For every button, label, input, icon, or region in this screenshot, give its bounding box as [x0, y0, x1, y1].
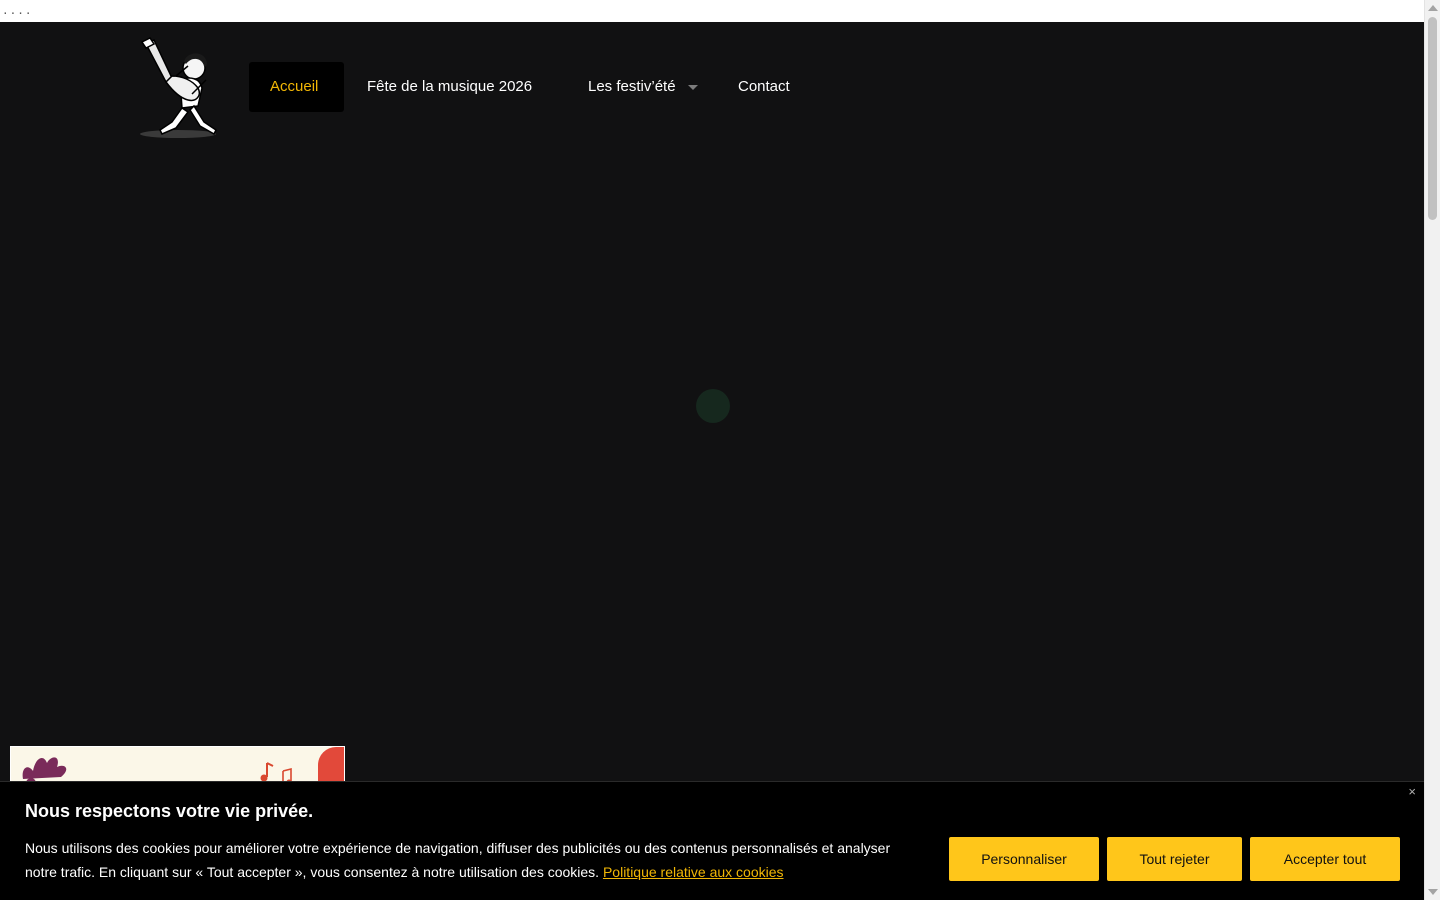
- top-dots: ....: [2, 4, 33, 17]
- scroll-down-arrow-icon[interactable]: [1428, 889, 1438, 895]
- cookie-message: Nous utilisons des cookies pour améliore…: [25, 836, 915, 884]
- nav-item-fete-de-la-musique[interactable]: Fête de la musique 2026: [367, 62, 532, 112]
- nav-item-contact[interactable]: Contact: [738, 62, 790, 112]
- nav-item-les-festivete[interactable]: Les festiv’été: [588, 62, 698, 112]
- nav-item-label: Accueil: [270, 78, 319, 95]
- nav-item-label: Contact: [738, 78, 790, 95]
- nav-item-label: Fête de la musique 2026: [367, 78, 533, 95]
- site-logo[interactable]: [132, 36, 224, 140]
- nav-item-label: Les festiv’été: [588, 78, 676, 95]
- customize-button[interactable]: Personnaliser: [949, 837, 1099, 881]
- browser-top-bar: ....: [0, 0, 1440, 22]
- reject-all-button[interactable]: Tout rejeter: [1107, 837, 1242, 881]
- guitarist-logo-icon: [140, 37, 217, 138]
- scroll-up-arrow-icon[interactable]: [1428, 5, 1438, 11]
- vertical-scrollbar[interactable]: [1424, 0, 1440, 900]
- close-icon[interactable]: ×: [1408, 784, 1416, 799]
- page-body: Accueil Fête de la musique 2026 Les fest…: [0, 22, 1424, 900]
- cookie-title: Nous respectons votre vie privée.: [25, 801, 314, 821]
- loading-spinner: [696, 389, 730, 423]
- cookie-policy-link[interactable]: Politique relative aux cookies: [603, 864, 784, 880]
- chevron-down-icon: [687, 84, 698, 90]
- accept-all-button[interactable]: Accepter tout: [1250, 837, 1400, 881]
- scrollbar-thumb[interactable]: [1428, 17, 1437, 220]
- nav-item-accueil[interactable]: Accueil: [249, 62, 344, 112]
- cookie-banner: × Nous respectons votre vie privée. Nous…: [0, 781, 1424, 900]
